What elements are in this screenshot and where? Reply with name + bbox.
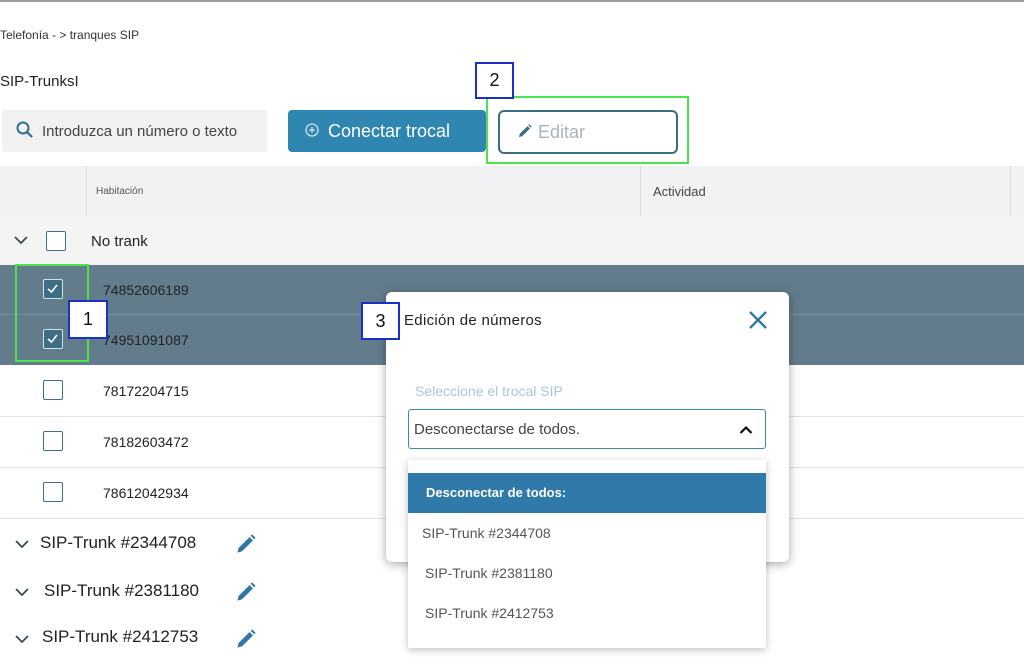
trunk-name: SIP-Trunk #2381180 (44, 581, 199, 600)
breadcrumb[interactable]: Telefonía - > tranques SIP (0, 28, 139, 42)
callout-3: 3 (361, 302, 400, 340)
header-divider (86, 166, 87, 216)
chevron-up-icon (739, 422, 753, 440)
row-number: 78172204715 (103, 383, 189, 399)
row-number: 74951091087 (103, 332, 189, 348)
chevron-down-icon[interactable] (14, 585, 30, 603)
search-input[interactable]: Introduzca un número o texto (2, 110, 267, 152)
dropdown-option[interactable]: SIP-Trunk #2412753 (408, 593, 766, 633)
dropdown-option[interactable]: SIP-Trunk #2381180 (408, 553, 766, 593)
close-icon[interactable] (746, 308, 770, 337)
trunk-group-row[interactable]: SIP-Trunk #2344708 (0, 520, 380, 566)
group-label: No trank (91, 233, 148, 250)
connect-trunk-label: Conectar trocal (328, 121, 451, 141)
dropdown-option[interactable]: SIP-Trunk #2344708 (408, 513, 766, 553)
select-trunk-label: Seleccione el trocal SIP (415, 383, 563, 399)
group-checkbox[interactable] (46, 231, 66, 251)
row-checkbox[interactable] (43, 482, 63, 502)
page-title: SIP-TrunksI (0, 73, 79, 90)
modal-title: Edición de números (404, 312, 542, 329)
header-activity[interactable]: Actividad (653, 184, 706, 199)
trunk-group-row[interactable]: SIP-Trunk #2381180 (0, 568, 380, 614)
chevron-down-icon[interactable] (13, 233, 29, 251)
row-checkbox[interactable] (43, 380, 63, 400)
trunk-name: SIP-Trunk #2344708 (40, 533, 197, 552)
table-header: Habitación Actividad (0, 166, 1024, 216)
top-border (0, 0, 1024, 2)
select-value: Desconectarse de todos. (414, 421, 580, 438)
group-row-no-trunk[interactable]: No trank (0, 216, 1024, 265)
trunk-dropdown: Desconectar de todos: SIP-Trunk #2344708… (408, 460, 766, 648)
chevron-down-icon[interactable] (14, 537, 30, 555)
row-checkbox[interactable] (43, 431, 63, 451)
row-number: 78182603472 (103, 434, 189, 450)
trunk-name: SIP-Trunk #2412753 (42, 627, 199, 646)
callout-2: 2 (475, 62, 514, 99)
header-divider (1010, 166, 1011, 216)
pencil-icon[interactable] (236, 629, 256, 654)
chevron-down-icon[interactable] (14, 632, 30, 650)
dropdown-option[interactable]: Desconectar de todos: (408, 473, 766, 513)
trunk-group-row[interactable]: SIP-Trunk #2412753 (0, 615, 380, 661)
connect-trunk-button[interactable]: Conectar trocal (288, 110, 486, 152)
pencil-icon[interactable] (236, 582, 256, 607)
callout-1: 1 (68, 300, 108, 339)
header-room[interactable]: Habitación (96, 186, 143, 197)
search-icon (16, 121, 34, 144)
trunk-select[interactable]: Desconectarse de todos. (408, 409, 766, 449)
add-circle-icon (305, 123, 319, 142)
pencil-icon[interactable] (236, 534, 256, 559)
row-number: 74852606189 (103, 282, 189, 298)
edit-highlight-box (486, 96, 689, 164)
row-number: 78612042934 (103, 485, 189, 501)
search-placeholder: Introduzca un número o texto (42, 123, 238, 140)
header-divider (640, 166, 641, 216)
